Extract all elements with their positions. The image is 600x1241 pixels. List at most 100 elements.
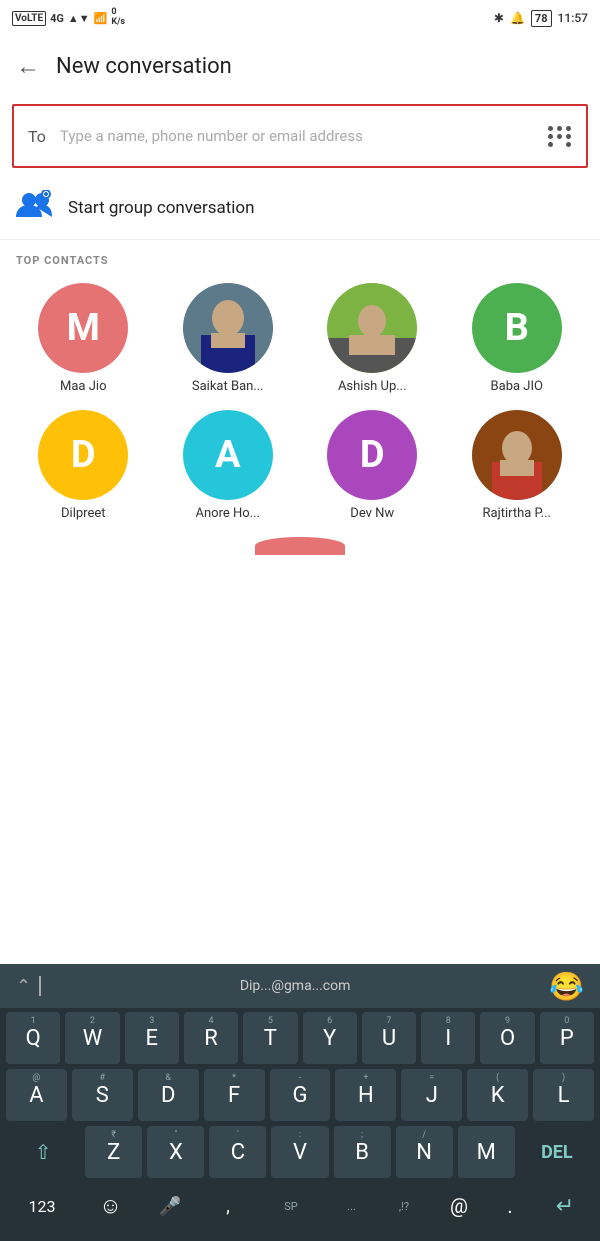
avatar-partial [255,537,345,555]
key-T[interactable]: 5T [243,1012,297,1064]
key-D[interactable]: &D [138,1069,199,1121]
keyboard-row-2: @A #S &D *F -G +H =J (K )L [6,1069,594,1121]
contacts-grid-icon[interactable] [548,126,572,147]
key-E[interactable]: 3E [125,1012,179,1064]
key-at[interactable]: @ [434,1183,484,1229]
status-bar: VoLTE 4G ▲▼ 📶 0K/s ✱ 🔔 78 11:57 [0,0,600,36]
keyboard-chevron-icon[interactable]: ⌃ [16,976,31,997]
contact-name-ashish: Ashish Up... [338,379,407,394]
to-label: To [28,127,46,146]
key-emoji[interactable]: ☺ [83,1183,138,1229]
contact-name-anore: Anore Ho... [196,506,260,521]
avatar-initial: A [215,433,241,477]
wifi-icon: 📶 [94,12,108,25]
grid-dot-1 [548,126,553,131]
keyboard-suggestion[interactable]: Dip...@gma...com [240,978,351,994]
contacts-grid-row2: D Dilpreet A Anore Ho... D Dev Nw Rajtir… [0,402,600,529]
key-space[interactable]: SP [258,1183,324,1229]
key-delete[interactable]: DEL [520,1126,594,1178]
keyboard-emoji-suggestion[interactable]: 😂 [549,970,584,1003]
key-period[interactable]: . [489,1183,531,1229]
key-O[interactable]: 9O [480,1012,534,1064]
keyboard-row-bottom: 123 ☺ 🎤 , SP ... ,!? @ . ↵ [6,1183,594,1229]
key-comma[interactable]: , [203,1183,253,1229]
group-conversation-label: Start group conversation [68,198,255,218]
back-button[interactable]: ← [16,52,40,81]
volte-label: VoLTE [12,11,46,26]
avatar-photo-saikat [183,283,273,373]
key-R[interactable]: 4R [184,1012,238,1064]
data-speed: 0K/s [111,8,125,28]
key-Z[interactable]: ₹Z [85,1126,142,1178]
key-V[interactable]: :V [271,1126,328,1178]
start-group-conversation[interactable]: Start group conversation [0,176,600,239]
contact-dev-nw[interactable]: D Dev Nw [305,410,440,521]
key-I[interactable]: 8I [421,1012,475,1064]
key-J[interactable]: =J [401,1069,462,1121]
bluetooth-icon: ✱ [494,11,504,25]
contacts-partial-row [0,529,600,559]
key-numbers[interactable]: 123 [6,1183,78,1229]
key-S[interactable]: #S [72,1069,133,1121]
avatar-dilpreet: D [38,410,128,500]
key-Q[interactable]: 1Q [6,1012,60,1064]
avatar-baba-jio: B [472,283,562,373]
avatar-initial: D [360,433,385,477]
key-H[interactable]: +H [335,1069,396,1121]
key-F[interactable]: *F [204,1069,265,1121]
grid-dot-7 [548,142,553,147]
key-L[interactable]: )L [533,1069,594,1121]
avatar-anore: A [183,410,273,500]
keyboard: ⌃ Dip...@gma...com 😂 1Q 2W 3E 4R 5T 6Y 7… [0,964,600,1241]
key-M[interactable]: M [458,1126,515,1178]
header: ← New conversation [0,36,600,96]
contact-name-dilpreet: Dilpreet [61,506,105,521]
grid-dot-5 [557,134,562,139]
contact-dilpreet[interactable]: D Dilpreet [16,410,151,521]
contacts-grid-row1: M Maa Jio Saikat Ban... [0,275,600,402]
keyboard-rows: 1Q 2W 3E 4R 5T 6Y 7U 8I 9O 0P @A #S &D *… [0,1008,600,1241]
contact-ashish-up[interactable]: Ashish Up... [305,283,440,394]
avatar-initial: M [67,306,100,350]
contact-name-maa-jio: Maa Jio [60,379,106,394]
key-W[interactable]: 2W [65,1012,119,1064]
alarm-icon: 🔔 [510,11,525,25]
kb-toolbar-left: ⌃ [16,976,41,997]
key-G[interactable]: -G [270,1069,331,1121]
avatar-maa-jio: M [38,283,128,373]
key-B[interactable]: ;B [334,1126,391,1178]
key-enter[interactable]: ↵ [536,1183,594,1229]
avatar-initial: D [71,433,96,477]
avatar-dev-nw: D [327,410,417,500]
key-K[interactable]: (K [467,1069,528,1121]
keyboard-row-3: ⇧ ₹Z "X 'C :V ;B /N M DEL [6,1126,594,1178]
key-A[interactable]: @A [6,1069,67,1121]
key-Y[interactable]: 6Y [303,1012,357,1064]
key-X[interactable]: "X [147,1126,204,1178]
contact-partial-1 [16,537,584,559]
grid-dot-2 [557,126,562,131]
contact-saikat-ban[interactable]: Saikat Ban... [161,283,296,394]
key-microphone[interactable]: 🎤 [143,1183,198,1229]
group-icon [16,190,52,225]
grid-dot-3 [566,126,571,131]
key-extra[interactable]: ... [329,1183,374,1229]
contact-baba-jio[interactable]: B Baba JIO [450,283,585,394]
signal-bars: ▲▼ [68,12,90,25]
contact-name-saikat: Saikat Ban... [192,379,264,394]
key-shift[interactable]: ⇧ [6,1126,80,1178]
avatar-photo-rajtirtha [472,410,562,500]
key-excl-q[interactable]: ,!? [379,1183,429,1229]
page-title: New conversation [56,54,232,79]
avatar-saikat [183,283,273,373]
key-N[interactable]: /N [396,1126,453,1178]
key-C[interactable]: 'C [209,1126,266,1178]
contact-rajtirtha[interactable]: Rajtirtha P... [450,410,585,521]
contact-anore-ho[interactable]: A Anore Ho... [161,410,296,521]
recipient-input[interactable]: Type a name, phone number or email addre… [60,126,536,147]
key-U[interactable]: 7U [362,1012,416,1064]
to-field[interactable]: To Type a name, phone number or email ad… [12,104,588,168]
contact-maa-jio[interactable]: M Maa Jio [16,283,151,394]
key-P[interactable]: 0P [540,1012,594,1064]
grid-dot-6 [566,134,571,139]
